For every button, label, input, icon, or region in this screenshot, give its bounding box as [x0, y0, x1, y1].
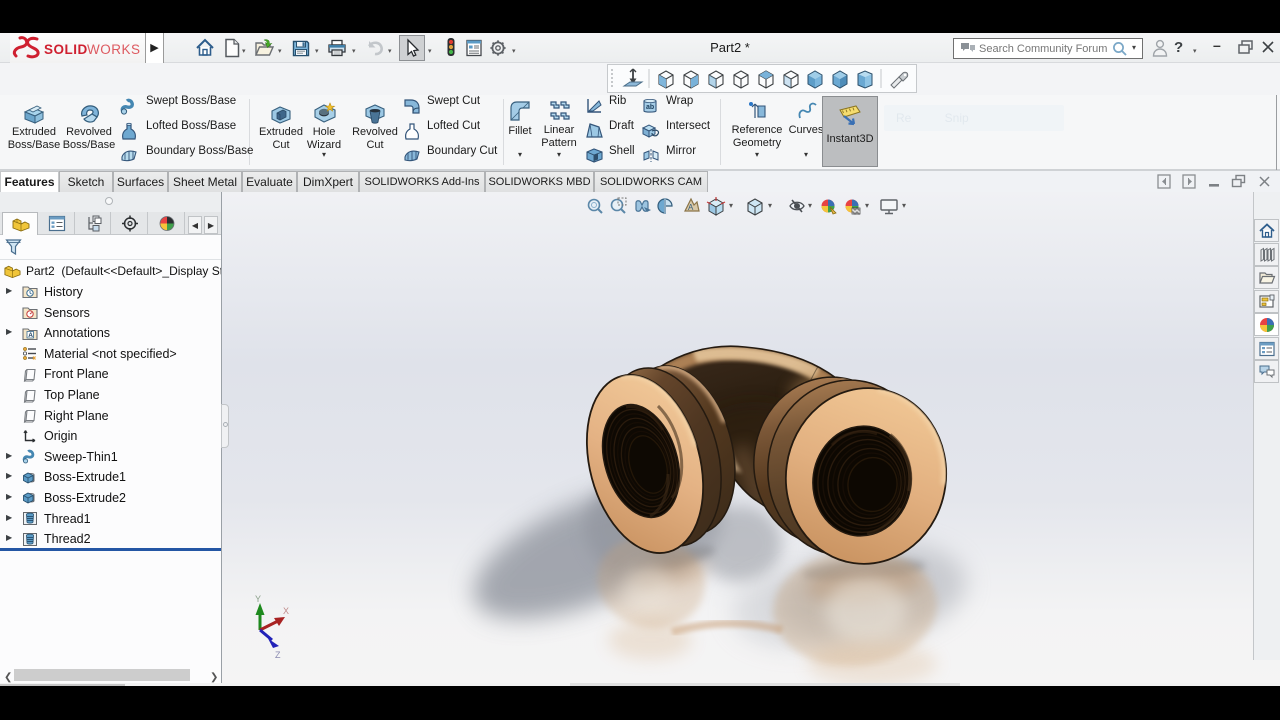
svg-text:Y: Y	[255, 594, 261, 604]
svg-text:ab: ab	[646, 104, 654, 111]
svg-text:A: A	[28, 332, 33, 339]
svg-text:▾: ▾	[768, 201, 772, 210]
svg-text:▾: ▾	[808, 201, 812, 210]
svg-text:SOLID: SOLID	[44, 42, 88, 57]
svg-text:Z: Z	[275, 650, 281, 660]
svg-text:▾: ▾	[902, 201, 906, 210]
svg-text:▾: ▾	[729, 201, 733, 210]
svg-text:A: A	[688, 203, 694, 212]
svg-text:X: X	[283, 606, 289, 616]
svg-text:WORKS: WORKS	[87, 42, 141, 57]
svg-text:▾: ▾	[865, 201, 869, 210]
